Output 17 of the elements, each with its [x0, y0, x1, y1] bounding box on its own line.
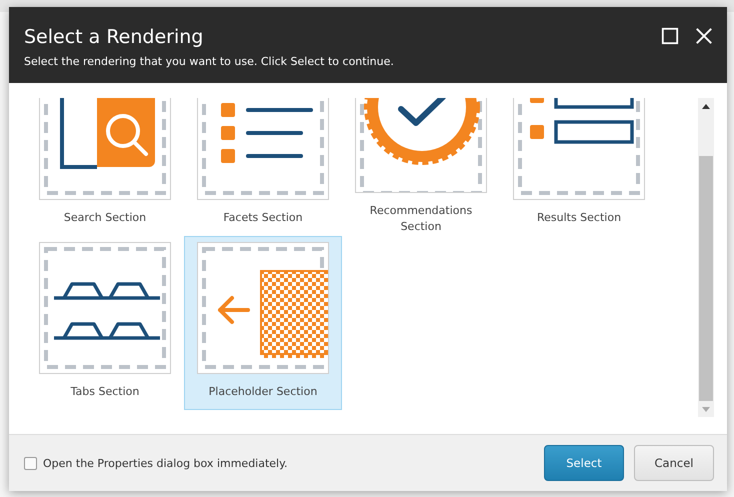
scrollbar-thumb[interactable]	[699, 156, 713, 401]
checkbox[interactable]	[24, 456, 37, 470]
scrollbar[interactable]	[698, 98, 714, 417]
checkbox-label: Open the Properties dialog box immediately.	[43, 456, 288, 470]
badge-icon	[364, 98, 480, 165]
cancel-button[interactable]: Cancel	[634, 445, 714, 481]
list-icon	[530, 98, 634, 144]
search-section-icon	[60, 98, 155, 169]
maximize-icon[interactable]	[661, 27, 679, 45]
close-icon[interactable]	[695, 27, 713, 45]
select-button[interactable]: Select	[544, 445, 624, 481]
facets-section-icon	[221, 103, 313, 163]
dialog-title: Select a Rendering	[24, 25, 204, 49]
dialog-subtitle: Select the rendering that you want to use. Click Select to continue.	[24, 55, 395, 68]
placeholder-icon	[216, 270, 328, 358]
rendering-tile[interactable]: Placeholder Section	[184, 236, 342, 410]
tabs-icon	[54, 282, 160, 340]
